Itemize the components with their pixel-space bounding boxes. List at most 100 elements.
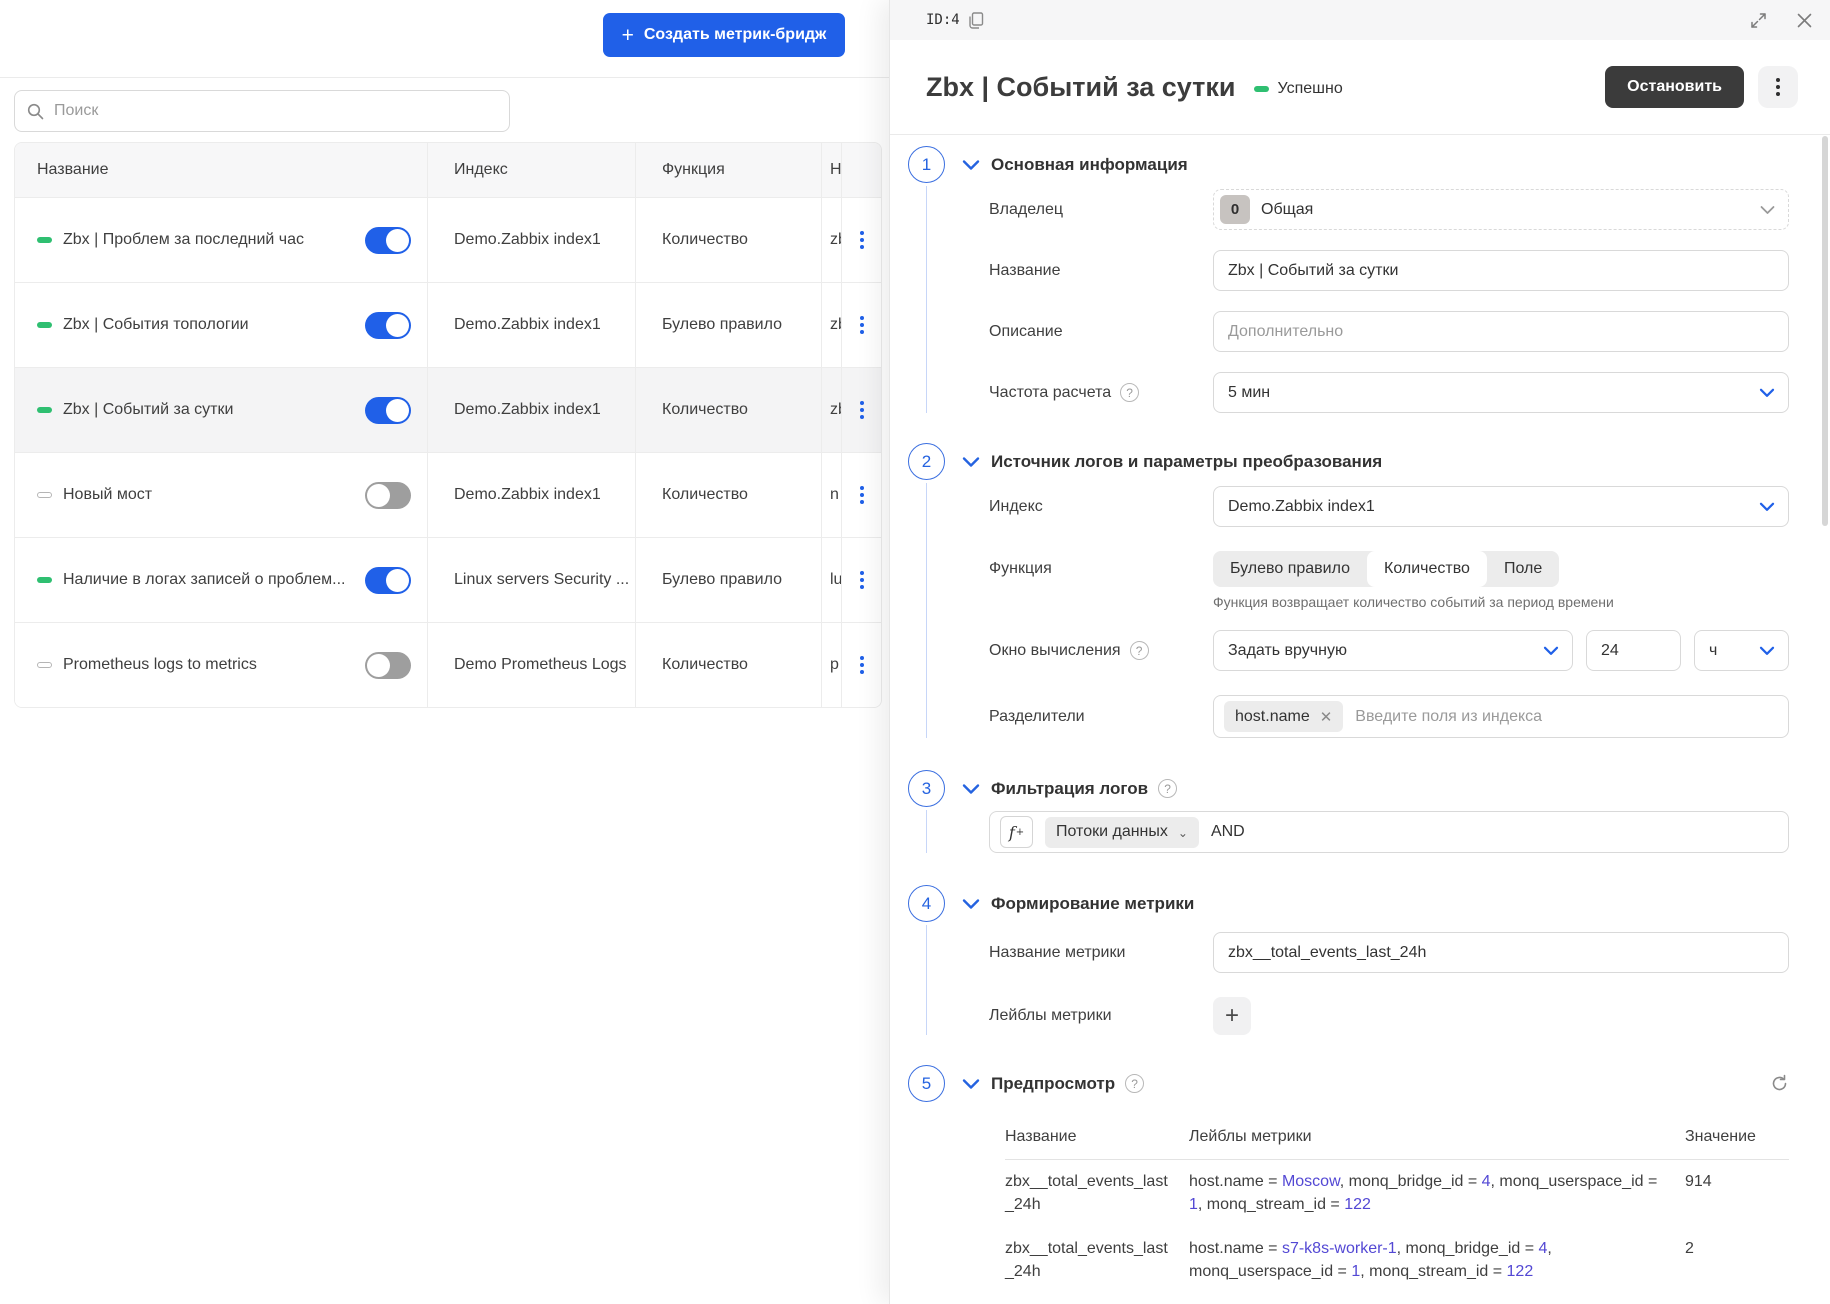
bridge-function-cell: Количество	[635, 368, 821, 452]
remove-chip-icon[interactable]: ✕	[1320, 708, 1333, 726]
copy-icon[interactable]	[968, 12, 984, 29]
stop-button[interactable]: Остановить	[1605, 66, 1744, 108]
table-row[interactable]: Zbx | Проблем за последний час Demo.Zabb…	[15, 197, 881, 282]
header-kebab-menu-button[interactable]	[1758, 66, 1798, 108]
add-metric-label-button[interactable]: +	[1213, 997, 1251, 1035]
section-5-header[interactable]: Предпросмотр ?	[961, 1065, 1789, 1102]
help-icon[interactable]: ?	[1120, 383, 1139, 402]
metric-name-input[interactable]	[1228, 944, 1748, 962]
table-row[interactable]: Новый мост Demo.Zabbix index1 Количество…	[15, 452, 881, 537]
preview-metric-labels: host.name = Moscow, monq_bridge_id = 4, …	[1189, 1171, 1685, 1216]
owner-select[interactable]: 0 Общая	[1213, 189, 1789, 230]
section-3-header[interactable]: Фильтрация логов ?	[961, 770, 1789, 807]
function-option-2[interactable]: Поле	[1487, 551, 1559, 587]
status-success-icon	[1254, 86, 1269, 92]
plus-icon: +	[622, 25, 634, 46]
label-value: 122	[1507, 1263, 1534, 1280]
close-icon[interactable]	[1797, 13, 1812, 28]
frequency-select[interactable]: 5 мин	[1213, 372, 1789, 413]
drawer-scrollbar[interactable]	[1822, 136, 1828, 526]
section-2-header[interactable]: Источник логов и параметры преобразовани…	[961, 443, 1789, 480]
row-kebab-menu-icon[interactable]	[860, 486, 864, 504]
log-filter-input[interactable]: f+ Потоки данных ⌄ AND	[989, 811, 1789, 853]
index-select[interactable]: Demo.Zabbix index1	[1213, 486, 1789, 527]
table-row[interactable]: Zbx | События топологии Demo.Zabbix inde…	[15, 282, 881, 367]
label-value: 4	[1482, 1173, 1491, 1190]
chevron-down-icon: ⌄	[1178, 826, 1188, 840]
help-icon[interactable]: ?	[1130, 641, 1149, 660]
help-icon[interactable]: ?	[1125, 1074, 1144, 1093]
create-bridge-button[interactable]: + Создать метрик-бридж	[603, 13, 845, 57]
bridge-toggle[interactable]	[365, 227, 411, 254]
col-header-function: Функция	[635, 143, 821, 197]
window-mode-select[interactable]: Задать вручную	[1213, 630, 1573, 671]
bridge-metric-cell: p	[821, 623, 841, 707]
section-4-header[interactable]: Формирование метрики	[961, 885, 1789, 922]
col-header-metric-name: Н	[821, 143, 841, 197]
bridge-toggle[interactable]	[365, 397, 411, 424]
preview-col-name: Название	[1005, 1128, 1189, 1146]
chevron-down-icon	[1759, 646, 1775, 656]
chevron-down-icon	[961, 456, 981, 468]
chevron-down-icon	[961, 159, 981, 171]
separators-input[interactable]: host.name ✕ Введите поля из индекса	[1213, 695, 1789, 738]
kebab-icon	[1776, 78, 1780, 96]
bridge-status-icon	[37, 662, 52, 668]
bridge-toggle[interactable]	[365, 652, 411, 679]
bridge-toggle[interactable]	[365, 567, 411, 594]
bridge-index-cell: Demo.Zabbix index1	[427, 283, 635, 367]
metric-name-label: Название метрики	[989, 944, 1213, 962]
description-input[interactable]	[1228, 323, 1748, 341]
separators-field-row: Разделители host.name ✕ Введите поля из …	[989, 695, 1789, 738]
row-kebab-menu-icon[interactable]	[860, 571, 864, 589]
table-row[interactable]: Наличие в логах записей о проблем... Lin…	[15, 537, 881, 622]
window-value-input[interactable]	[1601, 642, 1666, 660]
bridge-metric-cell: n	[821, 453, 841, 537]
window-field-row: Окно вычисления ? Задать вручную ч	[989, 630, 1789, 671]
row-kebab-menu-icon[interactable]	[860, 401, 864, 419]
bridge-name-label: Новый мост	[63, 486, 152, 504]
col-header-name: Название	[15, 143, 427, 197]
table-row[interactable]: Prometheus logs to metrics Demo Promethe…	[15, 622, 881, 707]
data-streams-chip[interactable]: Потоки данных ⌄	[1045, 817, 1199, 848]
window-label: Окно вычисления	[989, 642, 1121, 660]
section-4-title: Формирование метрики	[991, 894, 1194, 914]
search-input[interactable]	[54, 102, 497, 120]
function-option-1[interactable]: Количество	[1367, 551, 1487, 587]
table-row[interactable]: Zbx | Событий за сутки Demo.Zabbix index…	[15, 367, 881, 452]
frequency-value: 5 мин	[1228, 384, 1270, 402]
bridge-toggle[interactable]	[365, 312, 411, 339]
expand-icon[interactable]	[1750, 12, 1767, 29]
label-value: 1	[1351, 1263, 1360, 1280]
create-bridge-button-label: Создать метрик-бридж	[644, 26, 827, 44]
metric-labels-field-row: Лейблы метрики +	[989, 997, 1789, 1035]
window-unit-select[interactable]: ч	[1694, 630, 1789, 671]
search-input-wrap[interactable]	[14, 90, 510, 132]
chevron-down-icon	[961, 1078, 981, 1090]
preview-metric-value: 914	[1685, 1171, 1789, 1216]
chevron-down-icon	[1760, 205, 1775, 214]
add-function-icon[interactable]: f+	[1000, 816, 1033, 848]
row-kebab-menu-icon[interactable]	[860, 316, 864, 334]
section-3-title: Фильтрация логов	[991, 779, 1148, 799]
section-1-header[interactable]: Основная информация	[961, 146, 1789, 183]
name-input-wrap	[1213, 250, 1789, 291]
preview-metric-labels: host.name = s7-k8s-worker-1, monq_bridge…	[1189, 1238, 1685, 1283]
refresh-icon[interactable]	[1770, 1074, 1789, 1093]
label-value: 122	[1344, 1196, 1371, 1213]
row-kebab-menu-icon[interactable]	[860, 231, 864, 249]
bridge-metric-cell: zb	[821, 283, 841, 367]
row-kebab-menu-icon[interactable]	[860, 656, 864, 674]
function-option-0[interactable]: Булево правило	[1213, 551, 1367, 587]
bridge-toggle[interactable]	[365, 482, 411, 509]
search-icon	[27, 103, 44, 120]
toggle-knob	[367, 654, 390, 677]
name-input[interactable]	[1228, 262, 1748, 280]
drawer-header: Zbx | Событий за сутки Успешно Остановит…	[890, 40, 1830, 135]
help-icon[interactable]: ?	[1158, 779, 1177, 798]
drawer-content: 1 Основная информация Владелец 0 Общая	[890, 136, 1830, 1304]
bridge-function-cell: Количество	[635, 453, 821, 537]
name-label: Название	[989, 262, 1213, 280]
bridge-table-body: Zbx | Проблем за последний час Demo.Zabb…	[15, 197, 881, 707]
label-value: 4	[1539, 1240, 1548, 1257]
